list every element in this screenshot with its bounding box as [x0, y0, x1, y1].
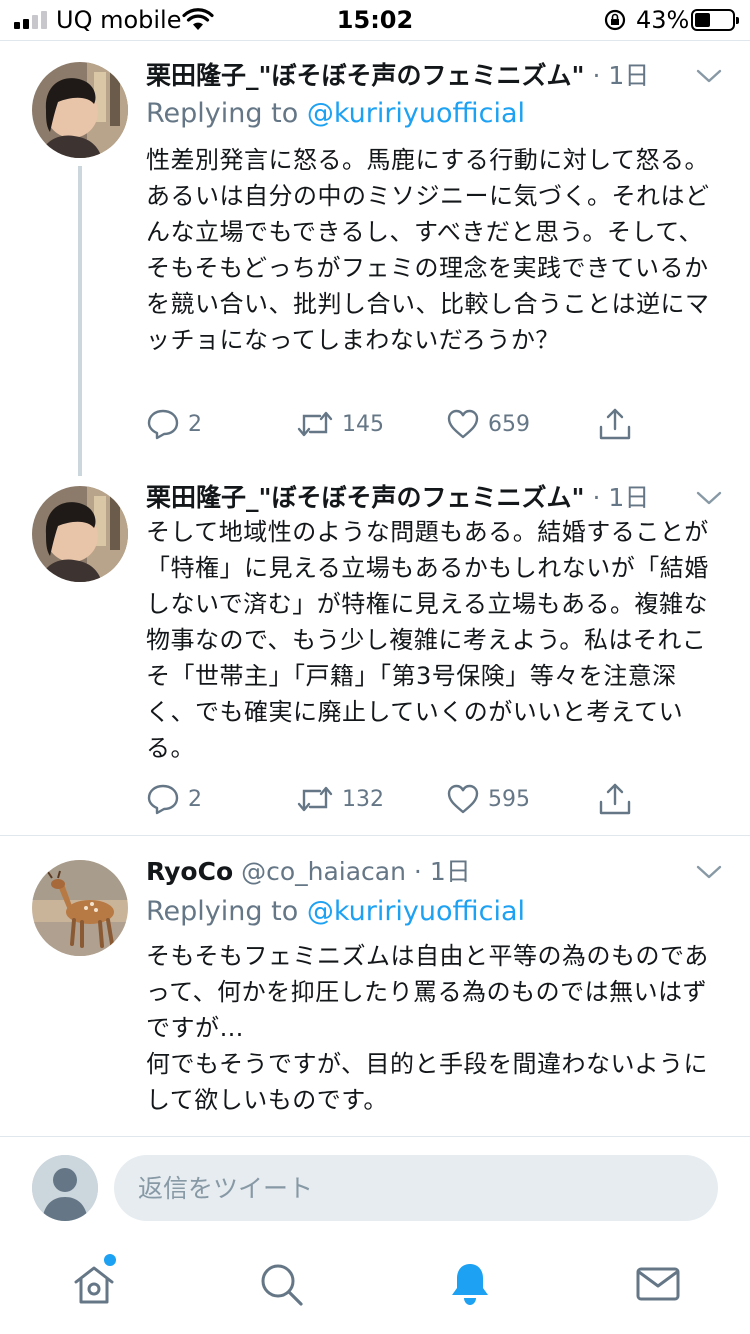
retweet-icon	[297, 411, 333, 437]
tweet-actions: 2 132 595	[146, 779, 666, 819]
mail-icon	[636, 1267, 680, 1301]
new-content-dot	[104, 1254, 116, 1266]
tab-search[interactable]	[257, 1260, 305, 1308]
timestamp[interactable]: 1日	[608, 483, 649, 512]
separator: ·	[592, 61, 601, 90]
display-name[interactable]: RyoCo	[146, 857, 233, 886]
tweet-actions: 2 145 659	[146, 404, 666, 444]
reply-button[interactable]: 2	[146, 779, 202, 819]
tweet[interactable]: 栗田隆子_"ぼそぼそ声のフェミニズム" · 1日 Replying to @ku…	[0, 0, 750, 476]
home-icon	[74, 1266, 114, 1304]
retweet-icon	[297, 786, 333, 812]
bell-icon	[452, 1264, 488, 1305]
like-button[interactable]: 595	[446, 779, 530, 819]
default-avatar-icon	[32, 1155, 98, 1221]
thread-line	[78, 166, 82, 476]
share-button[interactable]	[598, 404, 632, 444]
reply-composer	[0, 1136, 750, 1238]
tab-bar	[0, 1238, 750, 1334]
tweet-text: そして地域性のような問題もある。結婚することが「特権」に見える立場もあるかもしれ…	[146, 518, 709, 762]
chevron-down-icon[interactable]	[696, 864, 722, 880]
like-count: 659	[488, 411, 530, 437]
handle[interactable]: @co_haiacan	[241, 857, 406, 886]
chevron-down-icon[interactable]	[696, 490, 722, 506]
tweet-header: 栗田隆子_"ぼそぼそ声のフェミニズム" · 1日	[146, 58, 706, 94]
share-icon	[599, 408, 631, 440]
replying-to: Replying to @kuririyuofficial	[146, 894, 525, 930]
reply-count: 2	[188, 411, 202, 437]
my-avatar[interactable]	[32, 1155, 98, 1221]
tweet[interactable]: RyoCo @co_haiacan · 1日 Replying to @kuri…	[0, 836, 750, 1136]
reply-icon	[147, 409, 179, 440]
chevron-down-icon[interactable]	[696, 68, 722, 84]
tab-messages[interactable]	[634, 1260, 682, 1308]
share-icon	[599, 783, 631, 815]
like-icon	[447, 784, 479, 814]
retweet-count: 132	[342, 786, 384, 812]
reply-input[interactable]	[114, 1155, 718, 1221]
like-icon	[447, 409, 479, 439]
avatar[interactable]	[32, 62, 128, 158]
tab-home[interactable]	[70, 1254, 118, 1308]
replying-to-label: Replying to	[146, 896, 299, 927]
avatar[interactable]	[32, 860, 128, 956]
avatar[interactable]	[32, 486, 128, 582]
like-button[interactable]: 659	[446, 404, 530, 444]
timestamp[interactable]: 1日	[430, 857, 471, 886]
like-count: 595	[488, 786, 530, 812]
timestamp[interactable]: 1日	[608, 61, 649, 90]
tab-notifications[interactable]	[446, 1260, 494, 1308]
reply-icon	[147, 784, 179, 815]
mention-link[interactable]: @kuririyuofficial	[307, 896, 525, 927]
separator: ·	[592, 483, 601, 512]
retweet-button[interactable]: 145	[296, 404, 384, 444]
retweet-count: 145	[342, 411, 384, 437]
reply-count: 2	[188, 786, 202, 812]
tweet[interactable]: 栗田隆子_"ぼそぼそ声のフェミニズム" · 1日 そして地域性のような問題もある…	[0, 470, 750, 836]
reply-button[interactable]: 2	[146, 404, 202, 444]
replying-to-label: Replying to	[146, 98, 299, 129]
tweet-header: 栗田隆子_"ぼそぼそ声のフェミニズム" · 1日	[146, 480, 706, 516]
replying-to: Replying to @kuririyuofficial	[146, 96, 525, 132]
tweet-text: そもそもフェミニズムは自由と平等の為のものであって、何かを抑圧したり罵る為のもの…	[146, 942, 709, 1114]
separator: ·	[413, 857, 422, 886]
tweet-text: 性差別発言に怒る。馬鹿にする行動に対して怒る。あるいは自分の中のミソジニーに気づ…	[146, 146, 710, 354]
mention-link[interactable]: @kuririyuofficial	[307, 98, 525, 129]
display-name[interactable]: 栗田隆子_"ぼそぼそ声のフェミニズム"	[146, 483, 585, 512]
display-name[interactable]: 栗田隆子_"ぼそぼそ声のフェミニズム"	[146, 61, 585, 90]
search-icon	[261, 1264, 303, 1306]
tweet-header: RyoCo @co_haiacan · 1日	[146, 854, 706, 890]
retweet-button[interactable]: 132	[296, 779, 384, 819]
share-button[interactable]	[598, 779, 632, 819]
